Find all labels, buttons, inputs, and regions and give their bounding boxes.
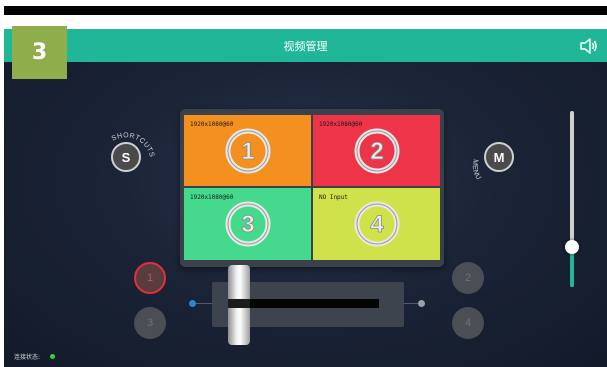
connection-status-label: 连接状态: — [14, 354, 41, 361]
svg-text:1: 1 — [241, 138, 254, 165]
fader-start-dot — [189, 300, 196, 307]
preview-window-1[interactable]: 1920x1080@60 1 — [184, 115, 311, 186]
source-4-button[interactable]: 4 — [452, 307, 484, 339]
fader-end-dot — [418, 300, 425, 307]
step-number-badge: 3 — [12, 26, 67, 79]
svg-text:2: 2 — [370, 138, 383, 165]
number-4-icon: 4 — [354, 201, 399, 247]
number-2-icon: 2 — [354, 128, 399, 173]
preview-window-4[interactable]: NO Input 4 — [313, 188, 440, 260]
number-1-icon: 1 — [225, 128, 270, 173]
volume-slider-handle[interactable] — [565, 240, 579, 254]
title-bar: 视频管理 — [4, 29, 607, 62]
source-2-button[interactable]: 2 — [452, 262, 484, 294]
source-3-button[interactable]: 3 — [134, 307, 166, 339]
number-3-icon: 3 — [225, 201, 270, 247]
preview-window-3[interactable]: 1920x1080@60 3 — [184, 188, 311, 260]
page-title: 视频管理 — [283, 40, 328, 53]
fader-slot — [231, 299, 379, 308]
window-4-input-status: NO Input — [319, 194, 348, 201]
shortcuts-caption: SHORTCUTS — [111, 132, 156, 158]
top-black-bar — [4, 6, 607, 15]
svg-text:MENU: MENU — [471, 158, 483, 181]
svg-text:4: 4 — [370, 211, 384, 238]
connection-status-indicator — [50, 354, 55, 359]
preview-monitor: 1920x1080@60 1 1920x1080@60 2 1920x1080@… — [180, 109, 444, 267]
menu-caption: MENU — [471, 158, 483, 181]
svg-text:SHORTCUTS: SHORTCUTS — [111, 132, 156, 158]
window-3-resolution: 1920x1080@60 — [190, 194, 234, 201]
speaker-icon[interactable] — [578, 36, 598, 56]
source-1-button[interactable]: 1 — [134, 262, 166, 294]
svg-text:3: 3 — [241, 211, 254, 238]
fader-handle-band — [228, 299, 250, 308]
app-window: 视频管理 1920x1080@60 1 1920x1080@60 2 1920x… — [4, 29, 607, 367]
preview-window-2[interactable]: 1920x1080@60 2 — [313, 115, 440, 186]
